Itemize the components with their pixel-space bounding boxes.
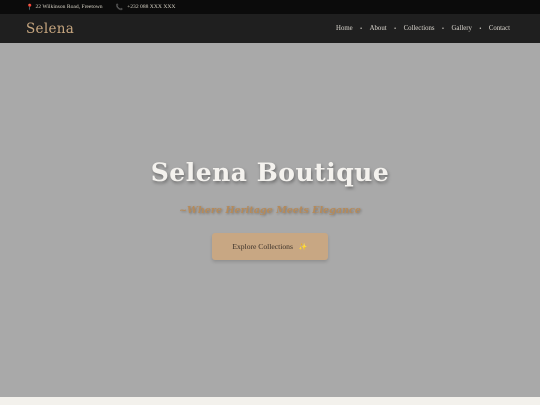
nav-separator: • [478,25,482,32]
nav-link-home[interactable]: Home [336,25,353,32]
main-nav: Home • About • Collections • Gallery • C… [336,25,510,32]
nav-link-gallery[interactable]: Gallery [452,25,472,32]
nav-link-contact[interactable]: Contact [489,25,510,32]
nav-separator: • [359,25,363,32]
nav-link-collections[interactable]: Collections [404,25,435,32]
phone-text[interactable]: +232 088 XXX XXX [127,4,175,10]
top-info-bar: 📍 22 Wilkinson Road, Freetown 📞 +232 088… [0,0,540,14]
hero-tagline: ~Where Heritage Meets Elegance [179,205,361,216]
hero-title: Selena Boutique [150,158,390,187]
main-navbar: Selena Home • About • Collections • Gall… [0,14,540,43]
cta-label: Explore Collections [232,242,293,251]
explore-collections-button[interactable]: Explore Collections ✨ [212,233,328,260]
pin-icon: 📍 [26,4,34,11]
nav-separator: • [441,25,445,32]
brand-logo[interactable]: Selena [26,21,74,37]
nav-link-about[interactable]: About [370,25,387,32]
phone-icon: 📞 [115,4,124,11]
hero-section: Selena Boutique ~Where Heritage Meets El… [0,43,540,397]
phone-info[interactable]: 📞 +232 088 XXX XXX [116,4,176,11]
address-info: 📍 22 Wilkinson Road, Freetown [26,4,103,11]
nav-separator: • [393,25,397,32]
sparkle-icon: ✨ [298,242,308,251]
address-text: 22 Wilkinson Road, Freetown [35,4,103,10]
section-divider [0,397,540,405]
